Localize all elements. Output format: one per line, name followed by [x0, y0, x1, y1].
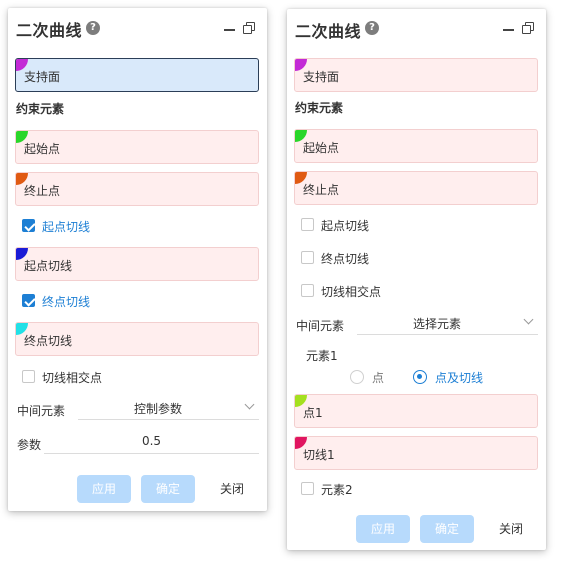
- end-tangent-checkbox[interactable]: 终点切线: [301, 250, 421, 266]
- parameter-value: 0.5: [141, 434, 162, 448]
- checkbox-label: 起点切线: [42, 220, 91, 234]
- apply-button[interactable]: 应用: [356, 515, 410, 543]
- radio-unselected-icon: [350, 370, 364, 384]
- end-point-field[interactable]: 终止点: [294, 171, 538, 205]
- checkbox-unchecked-icon: [301, 218, 314, 231]
- ok-button[interactable]: 确定: [420, 515, 474, 543]
- select-value: 选择元素: [413, 317, 462, 331]
- field-label: 支持面: [303, 70, 340, 84]
- parameter-input[interactable]: 0.5: [44, 432, 259, 454]
- panel-title: 二次曲线: [16, 21, 83, 40]
- start-tangent-field[interactable]: 起点切线: [15, 247, 259, 281]
- help-icon[interactable]: ?: [86, 21, 100, 35]
- start-point-field[interactable]: 起始点: [15, 130, 259, 164]
- apply-button[interactable]: 应用: [77, 475, 131, 503]
- field-label: 切线1: [303, 448, 335, 462]
- field-label: 终止点: [303, 183, 340, 197]
- checkbox-unchecked-icon: [301, 284, 314, 297]
- element2-checkbox[interactable]: 元素2: [301, 481, 421, 497]
- radio-label: 点及切线: [435, 371, 484, 385]
- parameter-label: 参数: [17, 438, 42, 452]
- point1-field[interactable]: 点1: [294, 394, 538, 428]
- tangent-intersection-checkbox[interactable]: 切线相交点: [22, 369, 142, 385]
- field-label: 终点切线: [24, 334, 73, 348]
- chevron-down-icon: [523, 314, 534, 325]
- radio-selected-icon: [413, 370, 427, 384]
- tangent-intersection-checkbox[interactable]: 切线相交点: [301, 283, 421, 299]
- select-value: 控制参数: [134, 402, 183, 416]
- panel-title: 二次曲线: [295, 22, 362, 41]
- start-point-field[interactable]: 起始点: [294, 129, 538, 163]
- restore-icon[interactable]: [522, 22, 534, 34]
- checkbox-checked-icon: [22, 294, 35, 307]
- radio-point-and-tangent[interactable]: 点及切线: [413, 369, 493, 385]
- minimize-icon[interactable]: [503, 29, 514, 31]
- middle-element-label: 中间元素: [17, 404, 66, 418]
- chevron-down-icon: [244, 399, 255, 410]
- checkbox-label: 起点切线: [321, 219, 370, 233]
- field-label: 支持面: [24, 70, 61, 84]
- start-tangent-checkbox[interactable]: 起点切线: [301, 217, 421, 233]
- checkbox-label: 终点切线: [321, 252, 370, 266]
- end-tangent-field[interactable]: 终点切线: [15, 322, 259, 356]
- conic-curve-panel-right: 二次曲线 ? 支持面 约束元素 起始点 终止点 起点切线 终点切线 切线相交点 …: [287, 9, 546, 550]
- field-label: 起始点: [303, 141, 340, 155]
- checkbox-unchecked-icon: [301, 251, 314, 264]
- help-icon[interactable]: ?: [365, 21, 379, 35]
- middle-element-label: 中间元素: [296, 319, 345, 333]
- checkbox-label: 终点切线: [42, 295, 91, 309]
- close-button[interactable]: 关闭: [491, 515, 531, 543]
- checkbox-label: 切线相交点: [321, 285, 382, 299]
- ok-button[interactable]: 确定: [141, 475, 195, 503]
- tangent1-field[interactable]: 切线1: [294, 436, 538, 470]
- minimize-icon[interactable]: [224, 29, 235, 31]
- middle-element-select[interactable]: 控制参数: [78, 398, 259, 420]
- checkbox-checked-icon: [22, 219, 35, 232]
- field-label: 终止点: [24, 184, 61, 198]
- support-surface-field[interactable]: 支持面: [15, 58, 259, 92]
- element1-label: 元素1: [306, 349, 338, 363]
- conic-curve-panel-left: 二次曲线 ? 支持面 约束元素 起始点 终止点 起点切线 起点切线 终点切线 终…: [8, 8, 267, 511]
- checkbox-unchecked-icon: [22, 370, 35, 383]
- support-surface-field[interactable]: 支持面: [294, 58, 538, 92]
- checkbox-unchecked-icon: [301, 482, 314, 495]
- constraint-section-title: 约束元素: [295, 101, 344, 115]
- middle-element-select[interactable]: 选择元素: [357, 313, 538, 335]
- close-button[interactable]: 关闭: [212, 475, 252, 503]
- end-tangent-checkbox[interactable]: 终点切线: [22, 293, 142, 309]
- checkbox-label: 元素2: [321, 483, 353, 497]
- field-label: 起点切线: [24, 259, 73, 273]
- constraint-section-title: 约束元素: [16, 102, 65, 116]
- checkbox-label: 切线相交点: [42, 371, 103, 385]
- radio-point[interactable]: 点: [350, 369, 400, 385]
- end-point-field[interactable]: 终止点: [15, 172, 259, 206]
- field-label: 起始点: [24, 142, 61, 156]
- start-tangent-checkbox[interactable]: 起点切线: [22, 218, 142, 234]
- field-label: 点1: [303, 406, 323, 420]
- restore-icon[interactable]: [243, 22, 255, 34]
- radio-label: 点: [372, 371, 385, 385]
